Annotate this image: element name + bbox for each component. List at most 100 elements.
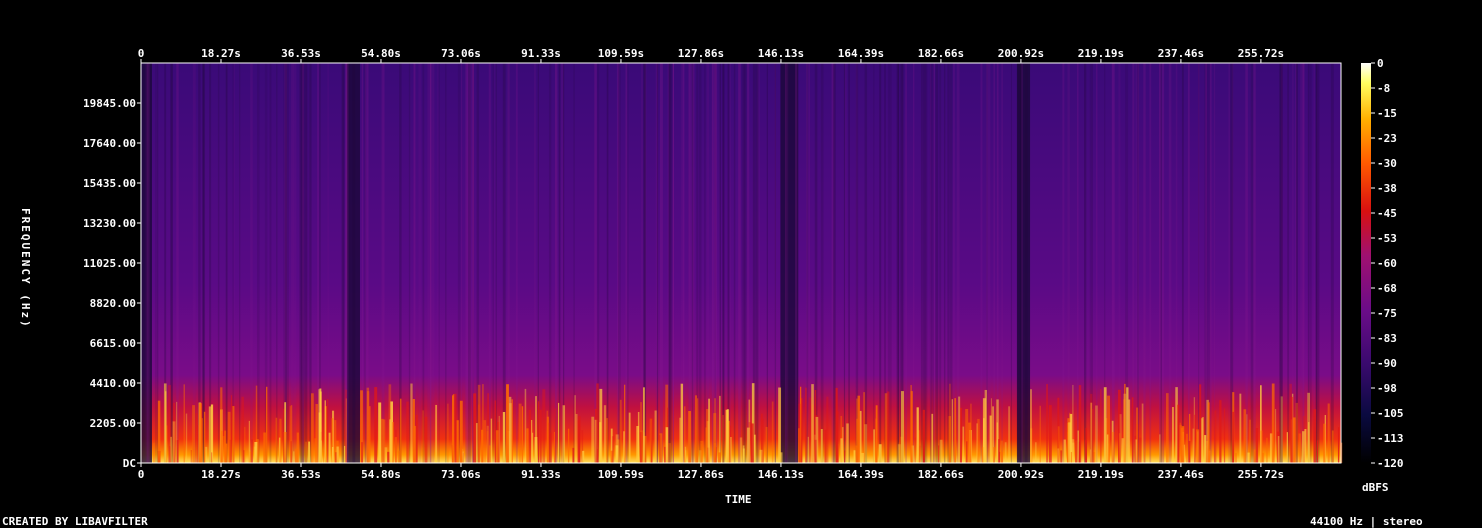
colorbar-tick-label: -30 <box>1377 157 1397 170</box>
streak <box>1096 63 1098 463</box>
energy-mark <box>447 403 449 463</box>
colorbar-tick-label: -23 <box>1377 132 1397 145</box>
colorbar-tick-label: -68 <box>1377 282 1397 295</box>
x-tick-label-top: 54.80s <box>361 47 401 60</box>
colorbar <box>1361 63 1371 463</box>
energy-mark <box>637 411 640 463</box>
energy-mark <box>311 393 314 463</box>
energy-mark <box>826 396 829 463</box>
energy-mark <box>224 430 227 463</box>
streak <box>913 63 915 463</box>
energy-mark <box>1181 426 1185 463</box>
streak <box>1062 63 1065 463</box>
energy-mark <box>916 407 919 463</box>
energy-mark <box>695 395 697 463</box>
energy-mark <box>198 403 202 463</box>
x-tick-label-bottom: 0 <box>138 468 145 481</box>
streak <box>1250 63 1254 463</box>
colorbar-tick-label: 0 <box>1377 57 1384 70</box>
colorbar-tick-label: -8 <box>1377 82 1390 95</box>
energy-mark <box>293 451 295 463</box>
energy-mark <box>454 393 457 463</box>
energy-mark <box>1290 396 1294 463</box>
streak <box>820 63 824 463</box>
energy-mark <box>1266 437 1268 463</box>
energy-mark <box>220 387 223 463</box>
streak <box>427 63 430 463</box>
energy-mark <box>331 446 334 463</box>
energy-mark <box>1323 423 1326 463</box>
streak <box>692 63 695 463</box>
y-tick-label: 17640.00 <box>83 137 136 150</box>
streak <box>1149 63 1152 463</box>
energy-mark <box>157 400 161 463</box>
energy-mark <box>243 450 245 463</box>
streak <box>785 63 787 463</box>
energy-mark <box>283 432 287 463</box>
energy-mark <box>1302 431 1305 463</box>
energy-mark <box>596 383 599 463</box>
streak <box>741 63 745 463</box>
streak <box>250 63 253 463</box>
energy-mark <box>227 411 231 463</box>
streak <box>947 63 950 463</box>
energy-mark <box>628 412 631 463</box>
energy-mark <box>1298 433 1302 463</box>
streak <box>766 63 768 463</box>
streak <box>920 63 924 463</box>
energy-mark <box>807 436 809 463</box>
streak <box>408 63 411 463</box>
colorbar-tick-label: -105 <box>1377 407 1404 420</box>
x-axis-label: TIME <box>725 493 752 506</box>
energy-mark <box>679 417 682 463</box>
energy-mark <box>1307 392 1310 463</box>
energy-mark <box>962 426 965 463</box>
streak <box>704 63 706 463</box>
spectrogram-chart: 0 18.27s 36.53s 54.80s 73.06s 91.33s 109.59s 12… <box>83 47 1404 481</box>
energy-mark <box>334 420 337 463</box>
streak <box>299 63 303 463</box>
energy-mark <box>696 451 698 463</box>
energy-mark <box>809 397 812 463</box>
energy-mark <box>844 450 846 463</box>
y-axis-label: FREQUENCY (Hz) <box>19 208 32 329</box>
energy-mark <box>542 389 546 463</box>
x-tick-label-bottom: 127.86s <box>678 468 724 481</box>
energy-mark <box>1039 405 1041 463</box>
streak <box>848 63 850 463</box>
streak <box>993 63 995 463</box>
energy-mark <box>1172 407 1174 463</box>
streak <box>1187 63 1190 463</box>
energy-mark <box>742 445 745 463</box>
energy-mark <box>176 440 179 463</box>
streak <box>1302 63 1305 463</box>
energy-mark <box>549 432 552 463</box>
streak <box>774 63 776 463</box>
streak <box>1067 63 1070 463</box>
energy-mark <box>954 398 957 463</box>
streak <box>1160 63 1162 463</box>
x-tick-label-top: 255.72s <box>1238 47 1284 60</box>
energy-mark <box>1313 409 1317 463</box>
energy-mark <box>603 405 607 463</box>
energy-mark <box>263 432 266 463</box>
streak <box>1287 63 1290 463</box>
streak <box>1168 63 1172 463</box>
energy-mark <box>477 384 481 463</box>
streak <box>1318 63 1320 463</box>
energy-mark <box>1063 439 1066 463</box>
energy-mark <box>1247 452 1250 463</box>
energy-mark <box>508 403 512 463</box>
streak <box>864 63 868 463</box>
streak <box>437 63 439 463</box>
energy-mark <box>1159 434 1161 463</box>
energy-mark <box>1144 449 1146 463</box>
energy-mark <box>344 445 346 463</box>
energy-mark <box>392 422 394 463</box>
energy-mark <box>538 401 540 463</box>
energy-mark <box>374 387 378 463</box>
streak <box>656 63 659 463</box>
energy-mark <box>1327 403 1330 463</box>
streak <box>733 63 736 463</box>
energy-mark <box>1034 442 1037 463</box>
